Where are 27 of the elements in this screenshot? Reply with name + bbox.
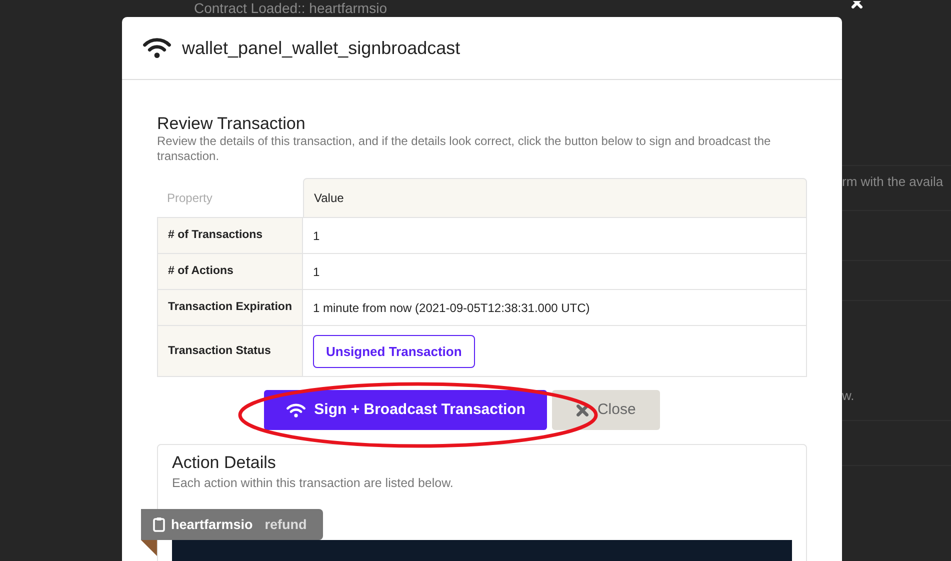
status-button[interactable]: Unsigned Transaction — [312, 334, 475, 368]
value-cell: 1 — [302, 254, 807, 290]
section-description: Each action within this transaction are listed below. — [172, 474, 454, 492]
wifi-icon — [142, 37, 172, 59]
sign-broadcast-button[interactable]: Sign + Broadcast Transaction — [264, 390, 548, 430]
property-cell: Transaction Expiration — [157, 290, 303, 326]
close-icon — [576, 404, 590, 417]
property-cell: Transaction Status — [157, 326, 303, 378]
column-header: Value — [302, 178, 807, 218]
section-heading: Action Details — [172, 453, 277, 474]
action-name: refund — [264, 516, 307, 534]
section-heading: Review Transaction — [157, 114, 306, 134]
background-text: w. — [842, 387, 854, 405]
value-cell: 1 minute from now (2021-09-05T12:38:31.000 UTC) — [302, 290, 807, 326]
value-cell: 1 — [302, 218, 807, 254]
close-button[interactable]: Close — [552, 390, 660, 430]
background-text: rm with the availa — [842, 173, 944, 191]
modal-title: wallet_panel_wallet_signbroadcast — [182, 36, 460, 60]
clipboard-icon — [153, 517, 165, 532]
section-description: Review the details of this transaction, and if the details look correct, click the button below to sign and broadcast the transaction. — [157, 134, 772, 164]
ribbon-fold — [141, 540, 157, 556]
background-text: Contract Loaded:: heartfarmsio — [194, 0, 387, 16]
property-cell: # of Transactions — [157, 218, 303, 254]
property-cell: # of Actions — [157, 254, 303, 290]
wifi-icon — [286, 402, 306, 418]
close-icon[interactable] — [851, 1, 863, 10]
contract-name: heartfarmsio — [171, 516, 253, 534]
